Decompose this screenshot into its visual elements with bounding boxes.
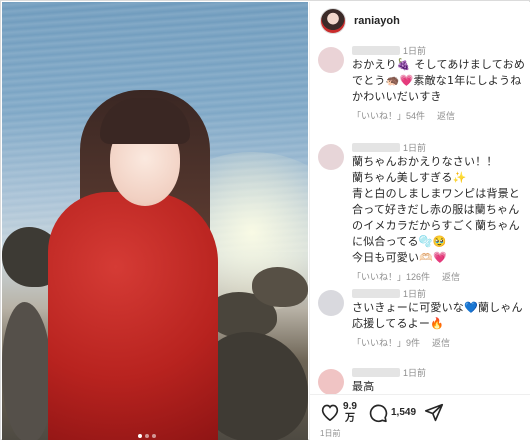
post-header: raniayoh xyxy=(310,2,530,40)
commenter-name-redacted[interactable] xyxy=(352,143,400,152)
comment-text: 最高 xyxy=(352,380,375,393)
author-avatar[interactable] xyxy=(320,8,346,34)
comment-actions: 「いいね！」126件 返信 xyxy=(352,270,528,283)
comment-text: おかえり🍇 そしてあけましておめでとう🦔💗素敵な1年にしようねかわいいだいすき xyxy=(352,58,526,103)
heart-icon xyxy=(321,404,339,421)
like-count[interactable]: 9.9 万 xyxy=(343,401,357,425)
comment-body: 1日前 おかえり🍇 そしてあけましておめでとう🦔💗素敵な1年にしようねかわいいだ… xyxy=(352,44,528,122)
rock xyxy=(252,267,308,307)
comment-text: さいきょーに可愛いな💙蘭しゃん応援してるよー🔥 xyxy=(352,301,523,330)
commenter-avatar[interactable] xyxy=(318,369,344,394)
carousel-dot xyxy=(138,434,142,438)
like-count-number: 9.9 xyxy=(343,401,357,412)
comment-time: 1日前 xyxy=(403,368,427,378)
comment-actions: 「いいね！」54件 返信 xyxy=(352,109,528,122)
comment-button[interactable] xyxy=(368,403,388,423)
share-icon xyxy=(424,403,444,422)
comment-icon xyxy=(369,404,388,423)
comment-body: 1日前 蘭ちゃんおかえりなさい！！ 蘭ちゃん美しすぎる✨ 青と白のしましまワンピ… xyxy=(352,141,528,283)
commenter-name-redacted[interactable] xyxy=(352,368,400,377)
comment-meta: 1日前 xyxy=(352,44,528,57)
commenter-name-redacted[interactable] xyxy=(352,289,400,298)
comment-meta: 1日前 xyxy=(352,287,528,300)
reply-button[interactable]: 返信 xyxy=(437,109,455,122)
like-count-unit: 万 xyxy=(345,413,355,424)
comment-time: 1日前 xyxy=(403,289,427,299)
reply-button[interactable]: 返信 xyxy=(432,336,450,349)
reply-button[interactable]: 返信 xyxy=(442,270,460,283)
person-coat xyxy=(48,192,218,440)
comment-like-count[interactable]: 「いいね！」54件 xyxy=(352,109,425,122)
post-time: 1日前 xyxy=(320,429,341,438)
post-frame: raniayoh 1日前 おかえり🍇 そしてあけましておめでとう🦔💗素敵な1年に… xyxy=(0,0,530,440)
comment-meta: 1日前 xyxy=(352,366,528,379)
comment-like-count[interactable]: 「いいね！」126件 xyxy=(352,270,430,283)
post-action-bar: 9.9 万 1,549 1日前 xyxy=(310,394,530,440)
like-button[interactable] xyxy=(320,403,340,421)
commenter-avatar[interactable] xyxy=(318,47,344,73)
carousel-dot xyxy=(152,434,156,438)
comment-text: 蘭ちゃんおかえりなさい！！ 蘭ちゃん美しすぎる✨ 青と白のしましまワンピは背景と… xyxy=(352,155,520,264)
share-button[interactable] xyxy=(424,403,444,422)
comment-count[interactable]: 1,549 xyxy=(391,407,416,418)
comment-actions: 「いいね！」9件 返信 xyxy=(352,336,528,349)
commenter-name-redacted[interactable] xyxy=(352,46,400,55)
carousel-dot xyxy=(145,434,149,438)
commenter-avatar[interactable] xyxy=(318,290,344,316)
post-side-panel: raniayoh 1日前 おかえり🍇 そしてあけましておめでとう🦔💗素敵な1年に… xyxy=(309,2,530,440)
post-photo[interactable] xyxy=(2,2,308,440)
comment-list: 1日前 おかえり🍇 そしてあけましておめでとう🦔💗素敵な1年にしようねかわいいだ… xyxy=(310,44,530,394)
carousel-dots xyxy=(138,434,156,438)
comment-body: 1日前 さいきょーに可愛いな💙蘭しゃん応援してるよー🔥 「いいね！」9件 返信 xyxy=(352,287,528,349)
comment-body: 1日前 最高 xyxy=(352,366,528,394)
comment-meta: 1日前 xyxy=(352,141,528,154)
author-username[interactable]: raniayoh xyxy=(354,15,400,27)
rock xyxy=(2,302,52,440)
commenter-avatar[interactable] xyxy=(318,144,344,170)
comment-like-count[interactable]: 「いいね！」9件 xyxy=(352,336,420,349)
comment-time: 1日前 xyxy=(403,143,427,153)
comment-time: 1日前 xyxy=(403,46,427,56)
